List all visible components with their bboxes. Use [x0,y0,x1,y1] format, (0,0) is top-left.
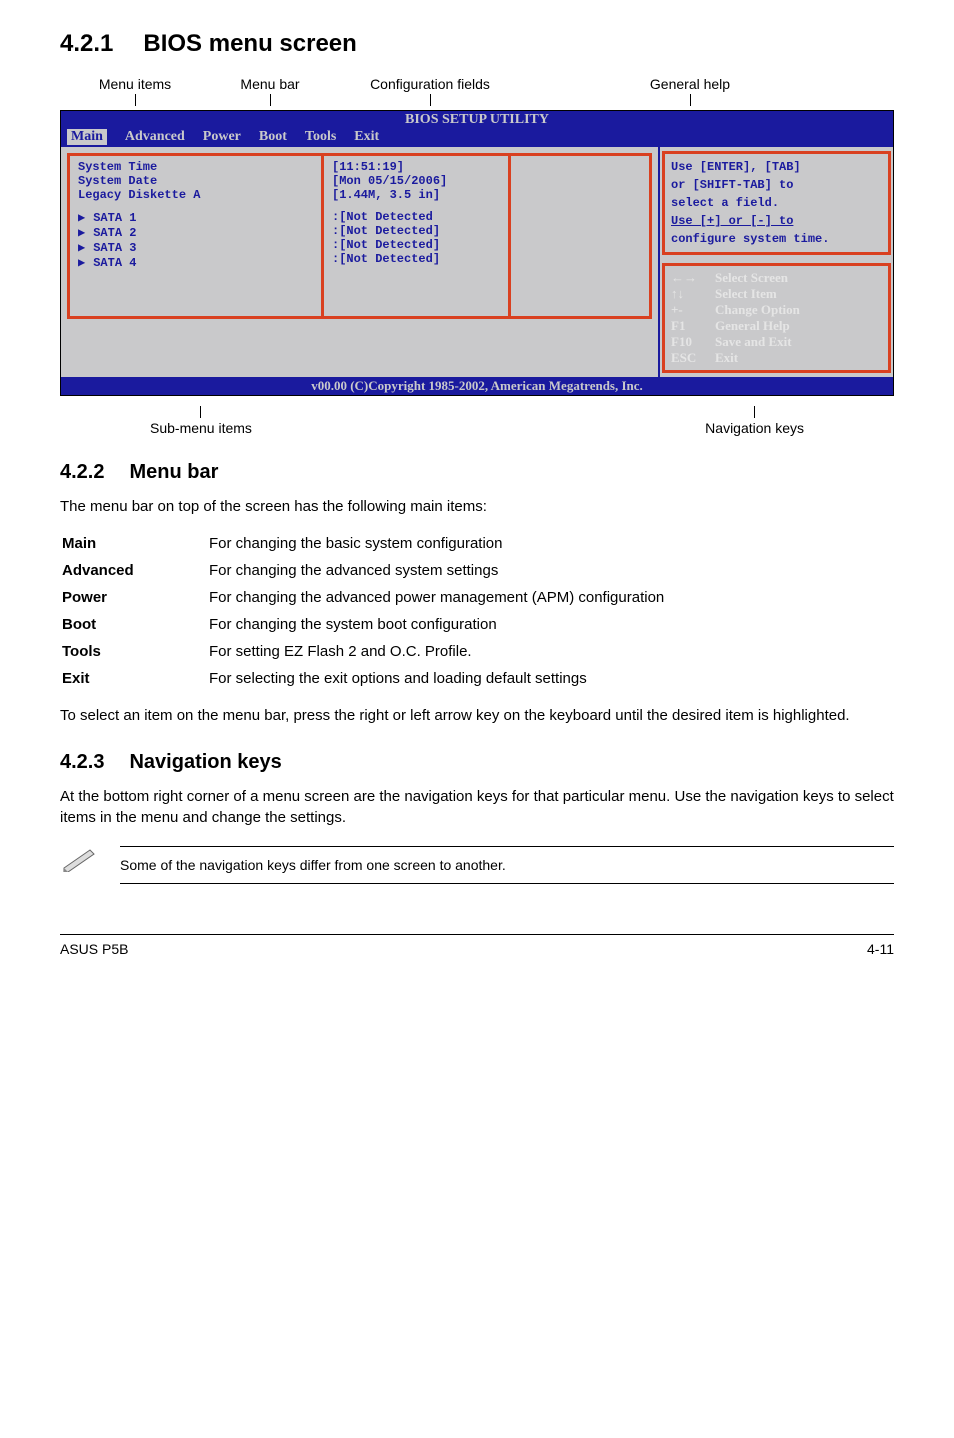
triangle-icon: ▶ [78,211,85,225]
label-general-help: General help [650,76,730,92]
value-system-time: [11:51:19] [332,160,500,174]
pencil-icon [60,846,100,872]
label-navigation-keys: Navigation keys [705,420,804,436]
value-sata2: :[Not Detected] [332,224,500,238]
tab-tools[interactable]: Tools [305,129,336,145]
value-sata4: :[Not Detected] [332,252,500,266]
triangle-icon: ▶ [78,226,85,240]
def-advanced-val: For changing the advanced system setting… [209,558,892,583]
def-main-key: Main [62,531,207,556]
bios-menu-bar: Main Advanced Power Boot Tools Exit [61,129,893,147]
tab-main[interactable]: Main [67,129,107,145]
heading-421: 4.2.1 BIOS menu screen [60,30,894,58]
tab-advanced[interactable]: Advanced [125,129,185,145]
value-system-date: [Mon 05/15/2006] [332,174,500,188]
def-boot-key: Boot [62,612,207,637]
navkeys-text: At the bottom right corner of a menu scr… [60,786,894,828]
menu-definitions: MainFor changing the basic system config… [60,529,894,693]
page-footer: ASUS P5B 4-11 [60,934,894,957]
bios-copyright: v00.00 (C)Copyright 1985-2002, American … [61,377,893,395]
navigation-keys-box: ←→Select Screen ↑↓Select Item +-Change O… [662,263,891,373]
footer-left: ASUS P5B [60,941,128,957]
label-config-fields: Configuration fields [370,76,490,92]
config-fields-box: [11:51:19] [Mon 05/15/2006] [1.44M, 3.5 … [321,153,511,319]
def-exit-val: For selecting the exit options and loadi… [209,666,892,691]
bios-title: BIOS SETUP UTILITY [61,111,893,129]
heading-num: 4.2.1 [60,30,113,57]
diagram-top-labels: Menu items Menu bar Configuration fields… [60,78,894,106]
label-menu-bar: Menu bar [240,76,299,92]
note-box: Some of the navigation keys differ from … [60,846,894,884]
triangle-icon: ▶ [78,256,85,270]
footer-right: 4-11 [867,941,894,957]
def-exit-key: Exit [62,666,207,691]
diagram-bottom-labels: Sub-menu items Navigation keys [60,406,894,436]
general-help-box: Use [ENTER], [TAB] or [SHIFT-TAB] to sel… [662,151,891,255]
note-text: Some of the navigation keys differ from … [120,846,894,884]
bios-screenshot: BIOS SETUP UTILITY Main Advanced Power B… [60,110,894,396]
label-submenu-items: Sub-menu items [150,420,252,436]
tab-boot[interactable]: Boot [259,129,287,145]
tab-power[interactable]: Power [203,129,241,145]
menubar-outro: To select an item on the menu bar, press… [60,705,894,726]
menubar-intro: The menu bar on top of the screen has th… [60,496,894,517]
def-tools-key: Tools [62,639,207,664]
def-advanced-key: Advanced [62,558,207,583]
tab-exit[interactable]: Exit [354,129,379,145]
heading-423: 4.2.3Navigation keys [60,751,894,774]
value-sata3: :[Not Detected] [332,238,500,252]
def-boot-val: For changing the system boot configurati… [209,612,892,637]
def-main-val: For changing the basic system configurat… [209,531,892,556]
def-power-val: For changing the advanced power manageme… [209,585,892,610]
def-power-key: Power [62,585,207,610]
value-legacy-diskette: [1.44M, 3.5 in] [332,188,500,202]
heading-title: BIOS menu screen [143,30,356,57]
value-sata1: :[Not Detected [332,210,500,224]
triangle-icon: ▶ [78,241,85,255]
def-tools-val: For setting EZ Flash 2 and O.C. Profile. [209,639,892,664]
label-menu-items: Menu items [99,76,171,92]
heading-422: 4.2.2Menu bar [60,461,894,484]
